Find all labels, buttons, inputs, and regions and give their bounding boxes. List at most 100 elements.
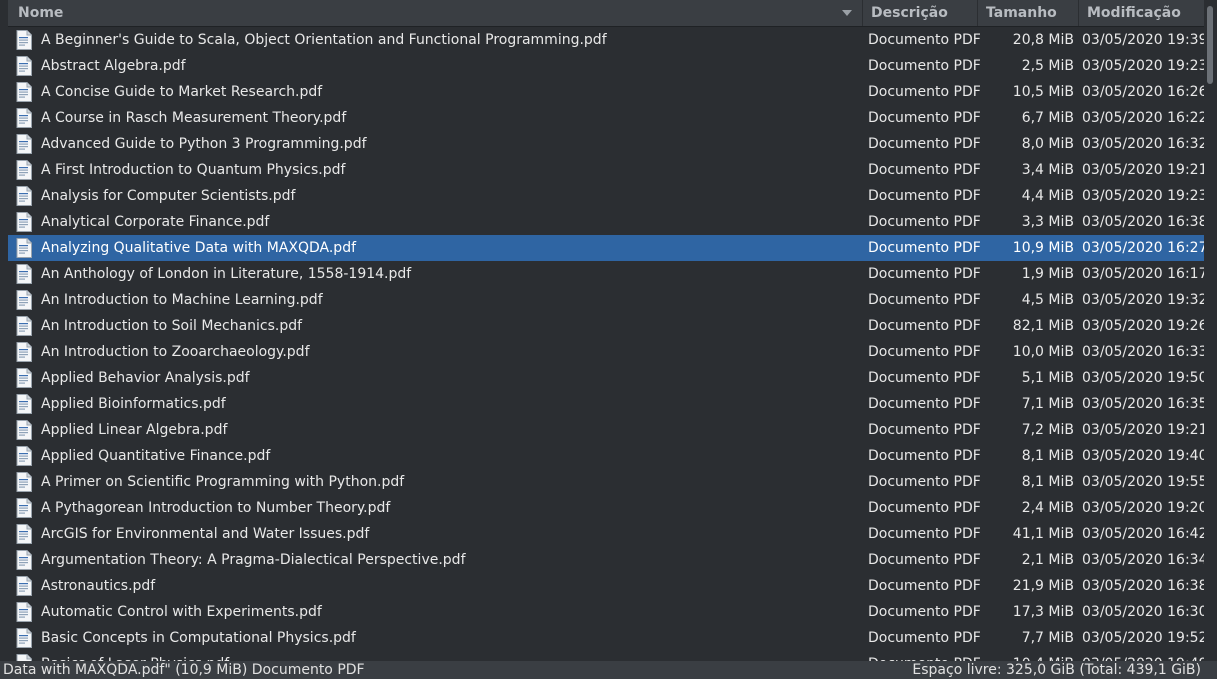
file-type: Documento PDF [868, 162, 981, 178]
column-header-description-label: Descrição [871, 5, 948, 21]
file-size: 21,9 MiB [1012, 578, 1074, 594]
file-name-cell: Abstract Algebra.pdf [8, 56, 863, 76]
file-name-cell: A Primer on Scientific Programming with … [8, 472, 863, 492]
pdf-file-icon [16, 524, 32, 544]
file-row[interactable]: Basic Concepts in Computational Physics.… [8, 625, 1204, 651]
file-row[interactable]: Advanced Guide to Python 3 Programming.p… [8, 131, 1204, 157]
status-free-space: Espaço livre: 325,0 GiB (Total: 439,1 Gi… [912, 662, 1201, 678]
file-type: Documento PDF [868, 266, 981, 282]
file-row[interactable]: A Concise Guide to Market Research.pdf Do… [8, 79, 1204, 105]
file-name-cell: Applied Quantitative Finance.pdf [8, 446, 863, 466]
pdf-file-icon [16, 420, 32, 440]
file-size: 10,5 MiB [1012, 84, 1074, 100]
file-name: ArcGIS for Environmental and Water Issue… [41, 526, 370, 542]
file-modified: 03/05/2020 16:27 [1082, 240, 1204, 256]
file-size: 82,1 MiB [1012, 318, 1074, 334]
file-name-cell: An Introduction to Machine Learning.pdf [8, 290, 863, 310]
file-size: 8,0 MiB [1021, 136, 1074, 152]
file-name: An Anthology of London in Literature, 15… [41, 266, 412, 282]
file-name-cell: A Beginner's Guide to Scala, Object Orie… [8, 30, 863, 50]
file-name-cell: A Course in Rasch Measurement Theory.pdf [8, 108, 863, 128]
file-row[interactable]: A First Introduction to Quantum Physics.… [8, 157, 1204, 183]
file-row[interactable]: A Course in Rasch Measurement Theory.pdf… [8, 105, 1204, 131]
file-modified: 03/05/2020 19:50 [1082, 370, 1204, 386]
file-row[interactable]: Analysis for Computer Scientists.pdf Docu… [8, 183, 1204, 209]
file-type: Documento PDF [868, 136, 981, 152]
column-header-modified-label: Modificação [1087, 5, 1181, 21]
file-name-cell: Basic Concepts in Computational Physics.… [8, 628, 863, 648]
pdf-file-icon [16, 290, 32, 310]
vertical-scrollbar[interactable] [1204, 0, 1217, 661]
file-row[interactable]: A Primer on Scientific Programming with … [8, 469, 1204, 495]
file-row[interactable]: Basics of Laser Physics.pdfDocumento PDF… [8, 651, 1204, 661]
file-type: Documento PDF [868, 292, 981, 308]
file-name: Automatic Control with Experiments.pdf [41, 604, 322, 620]
file-modified: 03/05/2020 19:23 [1082, 58, 1204, 74]
file-name: Applied Quantitative Finance.pdf [41, 448, 271, 464]
file-size: 1,9 MiB [1021, 266, 1074, 282]
file-row[interactable]: An Introduction to Machine Learning.pdf D… [8, 287, 1204, 313]
file-type: Documento PDF [868, 110, 981, 126]
file-size: 7,2 MiB [1021, 422, 1074, 438]
file-size: 4,5 MiB [1021, 292, 1074, 308]
file-size: 8,1 MiB [1021, 474, 1074, 490]
file-name-cell: Basics of Laser Physics.pdf [8, 654, 863, 661]
file-row[interactable]: Argumentation Theory: A Pragma-Dialectic… [8, 547, 1204, 573]
file-modified: 03/05/2020 19:40 [1082, 448, 1204, 464]
file-size: 20,8 MiB [1012, 32, 1074, 48]
file-name: Applied Behavior Analysis.pdf [41, 370, 250, 386]
file-type: Documento PDF [868, 370, 981, 386]
file-type: Documento PDF [868, 344, 981, 360]
file-name-cell: Analysis for Computer Scientists.pdf [8, 186, 863, 206]
file-modified: 03/05/2020 19:23 [1082, 188, 1204, 204]
file-row[interactable]: Applied Behavior Analysis.pdf Documento P… [8, 365, 1204, 391]
file-modified: 03/05/2020 16:33 [1082, 344, 1204, 360]
file-size: 10,9 MiB [1012, 240, 1074, 256]
file-row[interactable]: An Introduction to Soil Mechanics.pdf Doc… [8, 313, 1204, 339]
file-row[interactable]: Automatic Control with Experiments.pdf Do… [8, 599, 1204, 625]
file-row[interactable]: An Anthology of London in Literature, 15… [8, 261, 1204, 287]
column-header-description[interactable]: Descrição [863, 0, 978, 26]
file-row[interactable]: Applied Linear Algebra.pdf Documento PDF 7… [8, 417, 1204, 443]
file-row[interactable]: Abstract Algebra.pdf Documento PDF 2,5 MiB… [8, 53, 1204, 79]
file-name: An Introduction to Soil Mechanics.pdf [41, 318, 303, 334]
pdf-file-icon [16, 238, 32, 258]
column-header-size[interactable]: Tamanho [978, 0, 1079, 26]
file-row[interactable]: ArcGIS for Environmental and Water Issue… [8, 521, 1204, 547]
file-name: Argumentation Theory: A Pragma-Dialectic… [41, 552, 466, 568]
file-row[interactable]: Analytical Corporate Finance.pdf Document… [8, 209, 1204, 235]
file-name-cell: Applied Linear Algebra.pdf [8, 420, 863, 440]
file-modified: 03/05/2020 16:22 [1082, 110, 1204, 126]
file-name-cell: Automatic Control with Experiments.pdf [8, 602, 863, 622]
file-size: 2,1 MiB [1021, 552, 1074, 568]
file-name-cell: An Introduction to Soil Mechanics.pdf [8, 316, 863, 336]
status-selection-info: Data with MAXQDA.pdf" (10,9 MiB) Documen… [3, 662, 365, 678]
column-header-name[interactable]: Nome [8, 0, 863, 26]
file-type: Documento PDF [868, 58, 981, 74]
file-type: Documento PDF [868, 578, 981, 594]
sort-descending-arrow-icon [842, 10, 852, 16]
file-name: A Primer on Scientific Programming with … [41, 474, 405, 490]
file-modified: 03/05/2020 16:34 [1082, 552, 1204, 568]
file-list-view[interactable]: Nome Descrição Tamanho Modificação A Beg… [8, 0, 1204, 661]
file-row[interactable]: Astronautics.pdf Documento PDF 21,9 MiB 03/… [8, 573, 1204, 599]
file-modified: 03/05/2020 19:32 [1082, 292, 1204, 308]
pdf-file-icon [16, 446, 32, 466]
file-modified: 03/05/2020 19:26 [1082, 318, 1204, 334]
file-row[interactable]: Applied Quantitative Finance.pdf Document… [8, 443, 1204, 469]
file-row[interactable]: A Beginner's Guide to Scala, Object Orie… [8, 27, 1204, 53]
pdf-file-icon [16, 576, 32, 596]
file-modified: 03/05/2020 16:42 [1082, 526, 1204, 542]
scrollbar-thumb[interactable] [1207, 6, 1213, 84]
file-row[interactable]: A Pythagorean Introduction to Number The… [8, 495, 1204, 521]
file-name: Applied Bioinformatics.pdf [41, 396, 226, 412]
file-modified: 03/05/2020 16:38 [1082, 578, 1204, 594]
pdf-file-icon [16, 134, 32, 154]
file-size: 3,3 MiB [1021, 214, 1074, 230]
file-row[interactable]: Analyzing Qualitative Data with MAXQDA.p… [8, 235, 1204, 261]
file-modified: 03/05/2020 16:26 [1082, 84, 1204, 100]
file-name: Astronautics.pdf [41, 578, 156, 594]
column-header-modified[interactable]: Modificação [1079, 0, 1204, 26]
file-row[interactable]: Applied Bioinformatics.pdf Documento PDF 7… [8, 391, 1204, 417]
file-row[interactable]: An Introduction to Zooarchaeology.pdf Doc… [8, 339, 1204, 365]
